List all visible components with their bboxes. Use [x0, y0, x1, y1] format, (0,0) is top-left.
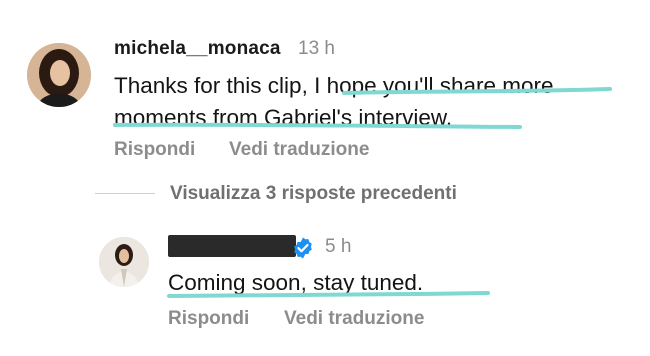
highlight-annotations [113, 87, 612, 298]
highlight-underline [113, 122, 522, 129]
highlight-underline [167, 291, 490, 298]
highlight-underline [342, 87, 612, 95]
